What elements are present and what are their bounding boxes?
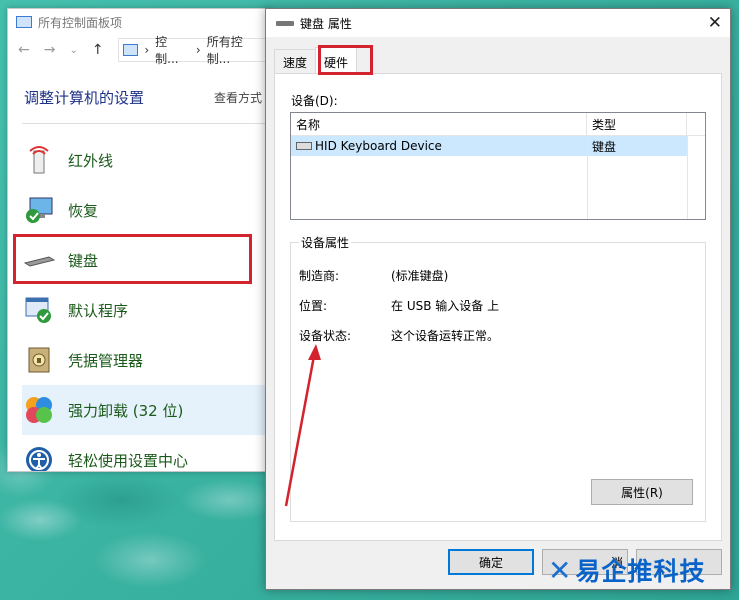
watermark-text: 易企推科技 [575,557,706,586]
arrow-head [308,344,321,360]
watermark-logo-icon: ✕ [548,553,572,587]
arrow-shaft [284,355,316,507]
watermark: ✕ 易企推科技 [548,552,705,588]
annotation-arrow [284,344,321,507]
